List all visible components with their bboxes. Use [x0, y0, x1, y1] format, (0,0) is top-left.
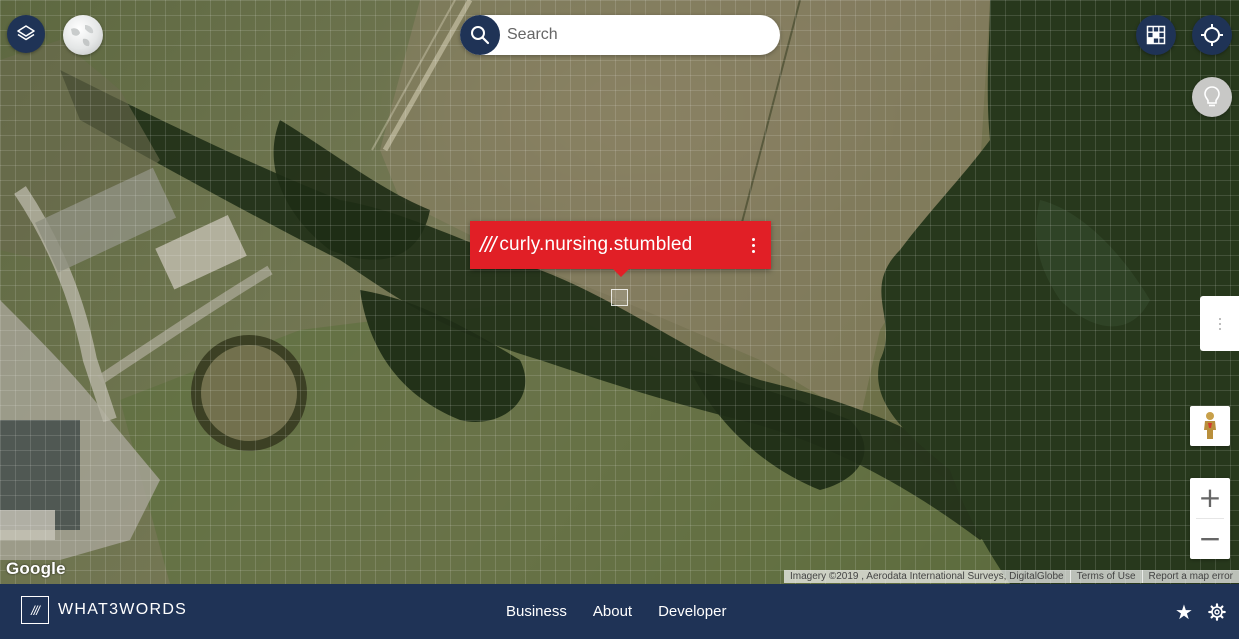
saved-locations-button[interactable]: ★ [1173, 600, 1195, 624]
handle-dot [1218, 327, 1221, 330]
search-button[interactable] [460, 15, 500, 55]
settings-button[interactable] [1207, 601, 1227, 623]
brand-logo[interactable]: /// WHAT3WORDS [21, 596, 187, 624]
zoom-in-button[interactable]: + [1190, 478, 1230, 518]
more-icon-dot [751, 249, 755, 253]
terms-link[interactable]: Terms of Use [1070, 570, 1142, 583]
grid-icon [1146, 25, 1166, 45]
layers-icon [17, 25, 35, 41]
w3w-slashes: /// [480, 232, 496, 257]
selected-square [611, 289, 628, 306]
satellite-map[interactable] [0, 0, 1239, 584]
globe-icon [71, 25, 94, 47]
brand-mark: /// [21, 596, 49, 624]
brand-name: WHAT3WORDS [58, 601, 188, 618]
street-view-pegman[interactable] [1190, 406, 1230, 446]
locate-me-button[interactable] [1192, 15, 1232, 55]
footer-bar: /// WHAT3WORDS Business About Developer … [0, 584, 1239, 639]
tips-button[interactable] [1192, 77, 1232, 117]
layers-button[interactable] [7, 15, 45, 53]
search-icon [471, 26, 490, 45]
popup-more-menu-button[interactable] [745, 231, 761, 259]
nav-developer-link[interactable]: Developer [645, 603, 739, 620]
zoom-out-button[interactable]: − [1190, 519, 1230, 559]
footer-nav: Business About Developer [493, 584, 739, 639]
more-icon-dot [751, 237, 755, 241]
gear-icon [1208, 603, 1226, 621]
imagery-attribution: Imagery ©2019 , Aerodata International S… [783, 570, 1070, 583]
report-error-link[interactable]: Report a map error [1142, 570, 1239, 583]
nav-about-link[interactable]: About [580, 603, 645, 620]
zoom-control: + − [1190, 478, 1230, 559]
more-icon-dot [751, 243, 755, 247]
nav-business-link[interactable]: Business [493, 603, 580, 620]
pegman-icon [1204, 412, 1216, 439]
crosshair-icon [1201, 24, 1223, 46]
search-input[interactable] [505, 25, 769, 45]
search-bar[interactable] [460, 15, 780, 55]
handle-dot [1218, 317, 1221, 320]
map-attribution: Imagery ©2019 , Aerodata International S… [783, 570, 1239, 583]
lightbulb-icon [1204, 86, 1220, 107]
globe-button[interactable] [63, 15, 103, 55]
w3w-address-popup[interactable]: /// curly.nursing.stumbled [470, 221, 771, 277]
w3w-address: curly.nursing.stumbled [499, 234, 693, 255]
popup-pointer [613, 269, 629, 277]
side-panel-handle[interactable] [1200, 296, 1239, 351]
grid-toggle-button[interactable] [1136, 15, 1176, 55]
google-logo[interactable]: Google [6, 559, 66, 579]
star-icon: ★ [1175, 600, 1193, 624]
handle-dot [1218, 322, 1221, 325]
